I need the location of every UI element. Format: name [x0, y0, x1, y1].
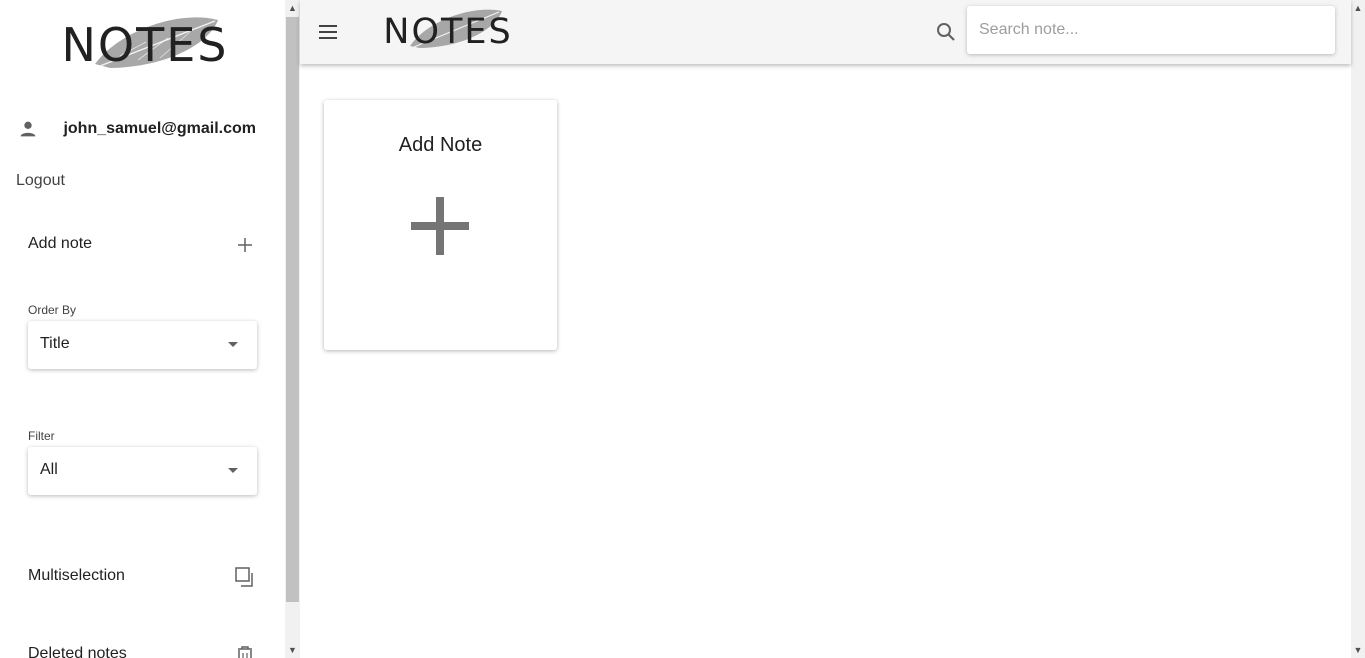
- filter-value: All: [40, 461, 58, 478]
- filter-label: Filter: [28, 429, 55, 443]
- multiselection-label: Multiselection: [28, 567, 125, 584]
- scroll-up-arrow[interactable]: ▲: [285, 0, 300, 16]
- svg-text:NOTES: NOTES: [62, 18, 229, 72]
- svg-text:NOTES: NOTES: [383, 12, 512, 52]
- order-by-label: Order By: [28, 303, 77, 317]
- sidebar: NOTES john_samuel@gmail.com Logout Add n…: [0, 0, 285, 658]
- search-input[interactable]: [967, 6, 1335, 54]
- logout-link[interactable]: Logout: [16, 172, 65, 190]
- scroll-down-arrow[interactable]: ▼: [285, 642, 300, 658]
- main-scrollbar[interactable]: ▲ ▼: [1351, 0, 1365, 658]
- copy-squares-icon: [235, 567, 253, 587]
- scroll-down-arrow[interactable]: ▼: [1351, 642, 1365, 658]
- trash-icon: [238, 646, 252, 658]
- top-bar: NOTES: [300, 0, 1351, 64]
- notes-content: Add Note: [300, 64, 1351, 658]
- hamburger-icon[interactable]: [318, 22, 338, 42]
- deleted-notes-label: Deleted notes: [28, 645, 127, 658]
- sidebar-scrollbar[interactable]: ▲ ▼: [285, 0, 300, 658]
- user-email: john_samuel@gmail.com: [63, 120, 256, 137]
- notes-logo: NOTES: [62, 17, 229, 72]
- add-note-label: Add note: [28, 235, 93, 252]
- plus-icon: [411, 197, 469, 255]
- order-by-select[interactable]: Title: [28, 321, 257, 369]
- search-icon[interactable]: [934, 20, 958, 44]
- scrollbar-thumb[interactable]: [286, 17, 299, 602]
- filter-select[interactable]: All: [28, 447, 257, 495]
- deleted-notes-button[interactable]: Deleted notes: [28, 640, 257, 658]
- multiselection-button[interactable]: Multiselection: [28, 562, 257, 592]
- plus-icon: [238, 238, 252, 252]
- add-note-button[interactable]: Add note: [28, 230, 257, 260]
- caret-down-icon: [228, 468, 238, 473]
- scroll-up-arrow[interactable]: ▲: [1351, 0, 1365, 16]
- caret-down-icon: [228, 342, 238, 347]
- order-by-value: Title: [40, 335, 70, 352]
- add-note-card[interactable]: Add Note: [324, 100, 557, 350]
- notes-logo: NOTES: [383, 9, 512, 52]
- user-account: john_samuel@gmail.com: [16, 114, 271, 144]
- add-note-card-title: Add Note: [398, 134, 483, 156]
- person-icon: [20, 121, 36, 137]
